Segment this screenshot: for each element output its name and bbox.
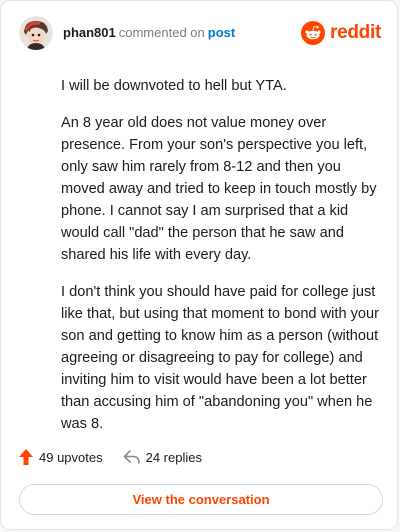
- action-text: commented on: [118, 25, 205, 40]
- user-avatar[interactable]: [19, 16, 53, 50]
- reddit-logo[interactable]: reddit: [301, 21, 381, 45]
- upvote-arrow-icon: [19, 449, 33, 465]
- reply-arrow-icon: [123, 450, 140, 464]
- comment-header: phan801 commented on post reddit: [19, 15, 381, 51]
- upvotes-stat[interactable]: 49 upvotes: [19, 449, 103, 465]
- post-link[interactable]: post: [208, 25, 235, 40]
- comment-card: phan801 commented on post reddit I will be…: [0, 0, 398, 530]
- reddit-wordmark: reddit: [330, 22, 381, 43]
- reddit-icon: [301, 21, 326, 45]
- comment-paragraph: I will be downvoted to hell but YTA.: [61, 78, 287, 94]
- comment-footer: 49 upvotes 24 replies: [19, 449, 202, 465]
- avatar-icon: [19, 16, 53, 50]
- view-conversation-button[interactable]: View the conversation: [19, 484, 383, 515]
- username[interactable]: phan801: [63, 25, 116, 40]
- replies-count: 24 replies: [145, 449, 202, 465]
- comment-body: I will be downvoted to hell but YTA. An …: [61, 75, 381, 450]
- upvotes-count: 49 upvotes: [39, 449, 103, 465]
- comment-paragraph: I don't think you should have paid for c…: [61, 284, 379, 432]
- comment-meta: phan801 commented on post: [63, 25, 235, 41]
- replies-stat[interactable]: 24 replies: [123, 450, 202, 465]
- comment-paragraph: An 8 year old does not value money over …: [61, 115, 377, 263]
